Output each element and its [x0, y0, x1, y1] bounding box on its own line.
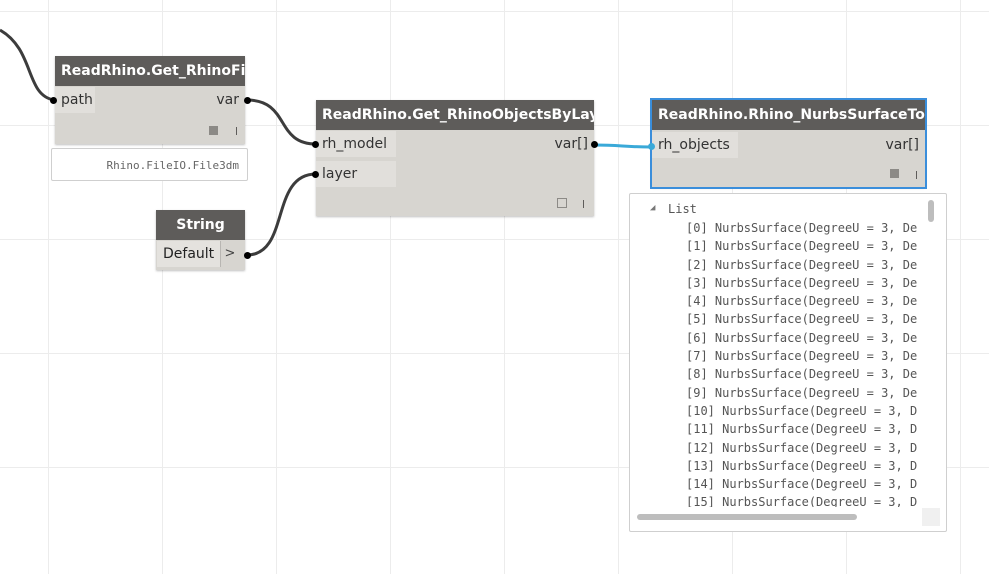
node-preview-list[interactable]: ◢ List [0] NurbsSurface(DegreeU = 3, De[…: [629, 193, 947, 532]
list-items: [0] NurbsSurface(DegreeU = 3, De [1] Nurb…: [686, 219, 922, 507]
input-port-rh-model[interactable]: rh_model: [316, 131, 396, 157]
port-dot-rh-model: [312, 141, 319, 148]
list-item: [9] NurbsSurface(DegreeU = 3, De: [686, 385, 918, 400]
node-nurbs-surface-to-ds[interactable]: ReadRhino.Rhino_NurbsSurfaceToDS rh_obje…: [650, 98, 927, 189]
vertical-scrollbar[interactable]: [928, 200, 934, 222]
port-dot-var: [244, 97, 251, 104]
port-dot-string-out: [244, 252, 251, 259]
status-bar-icon: [916, 171, 917, 179]
preview-toggle-icon[interactable]: [209, 126, 218, 135]
node-preview-file3dm: Rhino.FileIO.File3dm: [51, 148, 248, 181]
port-dot-var-list: [591, 141, 598, 148]
node-title: ReadRhino.Get_RhinoObjectsByLayer: [316, 100, 594, 130]
list-item: [11] NurbsSurface(DegreeU = 3, D: [686, 422, 918, 437]
list-item: [0] NurbsSurface(DegreeU = 3, De: [686, 221, 918, 235]
list-item: [8] NurbsSurface(DegreeU = 3, De: [686, 367, 918, 382]
list-item: [5] NurbsSurface(DegreeU = 3, De: [686, 312, 918, 327]
wire-file-to-objects[interactable]: [246, 98, 317, 146]
list-item: [12] NurbsSurface(DegreeU = 3, D: [686, 440, 918, 455]
list-item: [10] NurbsSurface(DegreeU = 3, D: [686, 403, 918, 418]
list-item: [4] NurbsSurface(DegreeU = 3, De: [686, 294, 918, 309]
port-dot-layer: [312, 171, 319, 178]
output-port-var-list[interactable]: var[]: [548, 131, 594, 157]
string-value-input[interactable]: Default: [157, 241, 221, 267]
wire-incoming[interactable]: [0, 28, 55, 102]
scroll-corner: [922, 508, 940, 526]
collapse-caret-icon[interactable]: ◢: [650, 203, 655, 213]
string-output-arrow[interactable]: >: [220, 241, 240, 267]
list-item: [15] NurbsSurface(DegreeU = 3, D: [686, 495, 918, 507]
wire-objects-to-nurbs[interactable]: [594, 143, 652, 149]
list-item: [7] NurbsSurface(DegreeU = 3, De: [686, 349, 918, 364]
node-title: String: [156, 210, 245, 240]
node-title: ReadRhino.Rhino_NurbsSurfaceToDS: [652, 100, 925, 130]
list-item: [14] NurbsSurface(DegreeU = 3, D: [686, 477, 918, 492]
port-dot-path: [50, 97, 57, 104]
node-title: ReadRhino.Get_RhinoFile: [55, 56, 245, 86]
output-port-var-list[interactable]: var[]: [879, 132, 925, 158]
status-bar-icon: [583, 200, 584, 208]
list-item: [6] NurbsSurface(DegreeU = 3, De: [686, 330, 918, 345]
list-item: [2] NurbsSurface(DegreeU = 3, De: [686, 257, 918, 272]
wire-string-to-layer[interactable]: [246, 172, 317, 257]
list-title: List: [668, 202, 697, 216]
node-string[interactable]: String Default >: [156, 210, 245, 270]
input-port-rh-objects[interactable]: rh_objects: [652, 132, 738, 158]
preview-toggle-icon[interactable]: [890, 169, 899, 178]
node-get-objects-by-layer[interactable]: ReadRhino.Get_RhinoObjectsByLayer rh_mod…: [316, 100, 594, 216]
list-item: [3] NurbsSurface(DegreeU = 3, De: [686, 275, 918, 290]
input-port-path[interactable]: path: [55, 87, 95, 113]
list-item: [13] NurbsSurface(DegreeU = 3, D: [686, 458, 918, 473]
preview-toggle-icon[interactable]: [557, 198, 567, 208]
horizontal-scrollbar[interactable]: [637, 514, 857, 520]
output-port-var[interactable]: var: [210, 87, 245, 113]
node-get-rhino-file[interactable]: ReadRhino.Get_RhinoFile path var: [55, 56, 245, 144]
input-port-layer[interactable]: layer: [316, 161, 396, 187]
port-dot-rh-objects: [648, 143, 655, 150]
list-header[interactable]: ◢ List: [650, 202, 697, 216]
list-item: [1] NurbsSurface(DegreeU = 3, De: [686, 239, 918, 254]
status-bar-icon: [236, 127, 237, 135]
